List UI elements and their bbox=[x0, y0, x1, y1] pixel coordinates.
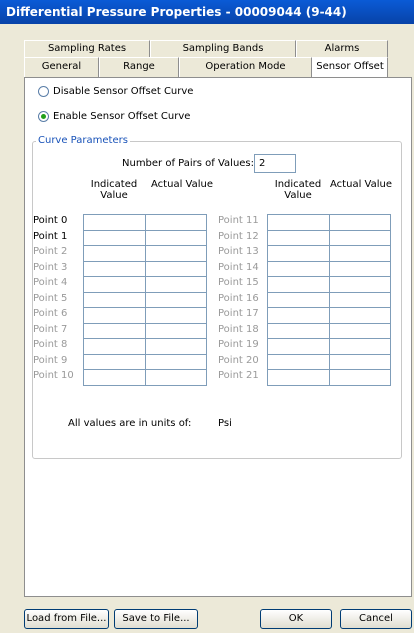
save-to-file-button[interactable]: Save to File... bbox=[114, 609, 198, 629]
actual-value-cell[interactable] bbox=[329, 292, 391, 308]
actual-value-cell[interactable] bbox=[329, 245, 391, 262]
indicated-value-cell[interactable] bbox=[83, 245, 146, 262]
point-label: Point 7 bbox=[33, 324, 68, 335]
tab-row-back: Sampling Rates Sampling Bands Alarms bbox=[24, 40, 388, 57]
point-label: Point 12 bbox=[218, 231, 259, 242]
point-label: Point 13 bbox=[218, 246, 259, 257]
radio-button-unselected[interactable] bbox=[38, 86, 49, 97]
indicated-value-cell[interactable] bbox=[83, 276, 146, 293]
point-label: Point 20 bbox=[218, 355, 259, 366]
indicated-value-cell[interactable] bbox=[267, 292, 330, 308]
point-label: Point 1 bbox=[33, 231, 68, 242]
actual-value-cell[interactable] bbox=[145, 369, 207, 386]
disable-option-label: Disable Sensor Offset Curve bbox=[53, 86, 194, 97]
indicated-value-cell[interactable] bbox=[83, 230, 146, 246]
point-label: Point 5 bbox=[33, 293, 68, 304]
point-label: Point 4 bbox=[33, 277, 68, 288]
disable-option[interactable]: Disable Sensor Offset Curve bbox=[38, 86, 193, 97]
load-from-file-button[interactable]: Load from File... bbox=[24, 609, 109, 629]
left-actual-header: Actual Value bbox=[151, 179, 213, 190]
curve-parameters-title: Curve Parameters bbox=[36, 135, 130, 146]
point-label: Point 0 bbox=[33, 215, 68, 226]
actual-value-cell[interactable] bbox=[145, 323, 207, 339]
point-label: Point 3 bbox=[33, 262, 68, 273]
actual-value-cell[interactable] bbox=[145, 276, 207, 293]
indicated-value-cell[interactable] bbox=[267, 369, 330, 386]
indicated-value-cell[interactable] bbox=[267, 307, 330, 324]
actual-value-cell[interactable] bbox=[145, 230, 207, 246]
actual-value-cell[interactable] bbox=[329, 369, 391, 386]
indicated-value-cell[interactable] bbox=[83, 354, 146, 370]
tab-sampling-bands[interactable]: Sampling Bands bbox=[150, 40, 296, 57]
window-title: Differential Pressure Properties - 00009… bbox=[0, 0, 414, 24]
actual-value-cell[interactable] bbox=[329, 214, 391, 231]
indicated-value-cell[interactable] bbox=[267, 230, 330, 246]
point-label: Point 21 bbox=[218, 370, 259, 381]
radio-button-selected[interactable] bbox=[38, 111, 49, 122]
actual-value-cell[interactable] bbox=[145, 354, 207, 370]
point-label: Point 10 bbox=[33, 370, 74, 381]
indicated-value-cell[interactable] bbox=[83, 214, 146, 231]
indicated-value-cell[interactable] bbox=[267, 323, 330, 339]
actual-value-cell[interactable] bbox=[145, 338, 207, 355]
actual-value-cell[interactable] bbox=[145, 245, 207, 262]
point-label: Point 6 bbox=[33, 308, 68, 319]
left-indicated-header: Indicated Value bbox=[90, 179, 138, 201]
units-label: All values are in units of: bbox=[68, 418, 192, 429]
point-label: Point 2 bbox=[33, 246, 68, 257]
ok-button[interactable]: OK bbox=[260, 609, 332, 629]
indicated-value-cell[interactable] bbox=[267, 261, 330, 277]
indicated-value-cell[interactable] bbox=[83, 338, 146, 355]
indicated-value-cell[interactable] bbox=[83, 292, 146, 308]
actual-value-cell[interactable] bbox=[329, 338, 391, 355]
pairs-count-field[interactable]: 2 bbox=[254, 154, 296, 173]
tab-general[interactable]: General bbox=[24, 57, 99, 77]
point-label: Point 11 bbox=[218, 215, 259, 226]
cancel-button[interactable]: Cancel bbox=[340, 609, 412, 629]
indicated-value-cell[interactable] bbox=[83, 369, 146, 386]
tab-sensor-offset[interactable]: Sensor Offset bbox=[312, 57, 388, 78]
tab-row-front: General Range Operation Mode Sensor Offs… bbox=[24, 57, 388, 78]
point-label: Point 18 bbox=[218, 324, 259, 335]
indicated-value-cell[interactable] bbox=[83, 323, 146, 339]
indicated-value-cell[interactable] bbox=[267, 245, 330, 262]
actual-value-cell[interactable] bbox=[145, 292, 207, 308]
tab-sampling-rates[interactable]: Sampling Rates bbox=[24, 40, 150, 57]
right-indicated-header: Indicated Value bbox=[274, 179, 322, 201]
point-label: Point 9 bbox=[33, 355, 68, 366]
indicated-value-cell[interactable] bbox=[83, 307, 146, 324]
indicated-value-cell[interactable] bbox=[83, 261, 146, 277]
actual-value-cell[interactable] bbox=[329, 230, 391, 246]
pairs-label: Number of Pairs of Values: bbox=[122, 158, 255, 169]
indicated-value-cell[interactable] bbox=[267, 338, 330, 355]
actual-value-cell[interactable] bbox=[145, 261, 207, 277]
right-actual-header: Actual Value bbox=[330, 179, 392, 190]
point-label: Point 19 bbox=[218, 339, 259, 350]
actual-value-cell[interactable] bbox=[145, 214, 207, 231]
enable-option[interactable]: Enable Sensor Offset Curve bbox=[38, 111, 190, 122]
actual-value-cell[interactable] bbox=[145, 307, 207, 324]
indicated-value-cell[interactable] bbox=[267, 276, 330, 293]
enable-option-label: Enable Sensor Offset Curve bbox=[53, 111, 191, 122]
point-label: Point 15 bbox=[218, 277, 259, 288]
point-label: Point 17 bbox=[218, 308, 259, 319]
actual-value-cell[interactable] bbox=[329, 261, 391, 277]
indicated-value-cell[interactable] bbox=[267, 354, 330, 370]
actual-value-cell[interactable] bbox=[329, 307, 391, 324]
actual-value-cell[interactable] bbox=[329, 323, 391, 339]
point-label: Point 8 bbox=[33, 339, 68, 350]
point-label: Point 16 bbox=[218, 293, 259, 304]
tab-range[interactable]: Range bbox=[99, 57, 179, 77]
units-value: Psi bbox=[218, 418, 232, 429]
tab-operation-mode[interactable]: Operation Mode bbox=[179, 57, 312, 77]
actual-value-cell[interactable] bbox=[329, 354, 391, 370]
tab-alarms[interactable]: Alarms bbox=[296, 40, 388, 57]
actual-value-cell[interactable] bbox=[329, 276, 391, 293]
indicated-value-cell[interactable] bbox=[267, 214, 330, 231]
point-label: Point 14 bbox=[218, 262, 259, 273]
